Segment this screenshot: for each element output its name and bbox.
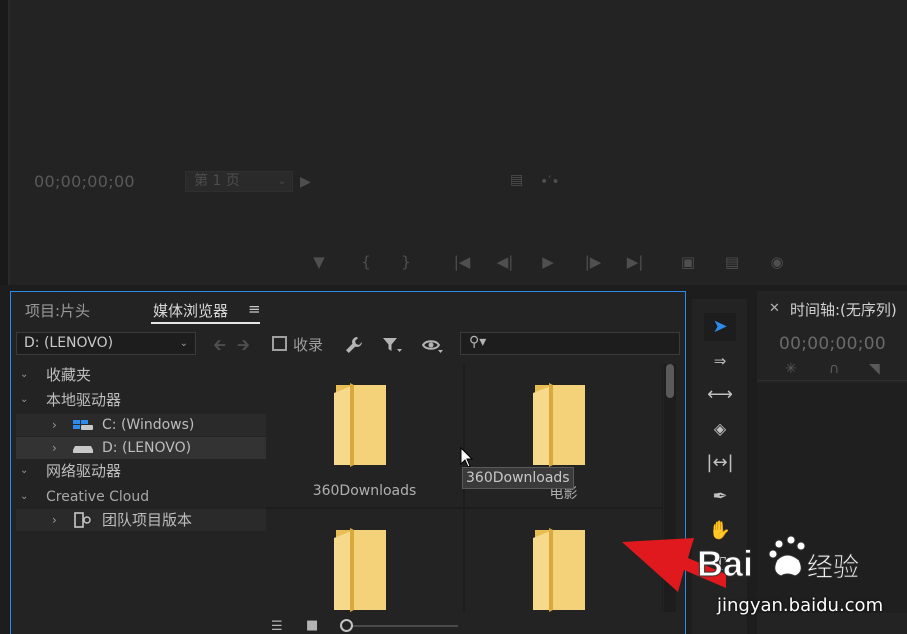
zoom-slider-handle[interactable]: [340, 619, 353, 632]
tree-item-label: 团队项目版本: [102, 511, 193, 529]
tree-item-label: D: (LENOVO): [102, 440, 192, 456]
forward-arrow-icon[interactable]: 🡲: [237, 334, 250, 361]
go-to-out-icon[interactable]: ▶|: [624, 252, 646, 272]
list-view-icon[interactable]: ☰: [271, 619, 283, 634]
mouse-cursor-icon: [460, 447, 474, 468]
program-monitor: 00;00;00;00 第 1 页 ⌄ ▶ ▤ •′• ▼ { } |◀ ◀| …: [0, 0, 907, 285]
tree-item-label: C: (Windows): [102, 417, 195, 433]
watermark-url: jingyan.baidu.com: [717, 595, 884, 616]
chevron-right-icon[interactable]: ›: [52, 437, 57, 459]
wrench-icon[interactable]: [345, 336, 363, 354]
eye-icon[interactable]: [422, 337, 444, 355]
folder-icon: [533, 383, 585, 467]
active-tab-indicator: [151, 322, 260, 324]
search-icon: ⚲▾: [469, 334, 487, 350]
team-project-icon: [74, 512, 91, 528]
tooltip: 360Downloads: [462, 467, 574, 489]
location-tree: ⌄ 收藏夹 ⌄ 本地驱动器 › C: (Windows) › D: (LENOV…: [16, 364, 266, 610]
tree-item-label: Creative Cloud: [46, 489, 150, 505]
svg-text:Bai: Bai: [697, 543, 753, 584]
icon-view-icon[interactable]: ■: [306, 618, 318, 633]
tree-item-drive-d[interactable]: › D: (LENOVO): [16, 437, 266, 459]
lift-icon[interactable]: ▣: [677, 252, 699, 272]
logo-text: 经验: [807, 553, 859, 583]
mark-in-icon[interactable]: {: [355, 252, 377, 272]
tree-item-drive-c[interactable]: › C: (Windows): [16, 414, 266, 436]
chevron-down-icon: ⌄: [277, 176, 286, 187]
track-select-tool[interactable]: ⇒: [704, 347, 736, 375]
favorites-checkbox[interactable]: [272, 336, 287, 351]
selection-tool[interactable]: ➤: [704, 313, 736, 341]
panel-menu-icon[interactable]: ≡: [248, 300, 261, 318]
timeline-ruler: [757, 380, 907, 381]
linked-selection-icon[interactable]: ◥: [869, 361, 880, 377]
snap-icon[interactable]: ✳: [785, 361, 797, 377]
close-icon[interactable]: ✕: [769, 301, 780, 316]
magnet-icon[interactable]: ∩: [829, 361, 839, 377]
page-select[interactable]: 第 1 页 ⌄: [185, 171, 293, 192]
razor-tool[interactable]: ◈: [704, 415, 736, 443]
play-small-icon[interactable]: ▶: [300, 174, 311, 190]
extract-icon[interactable]: ▤: [721, 252, 743, 272]
chevron-right-icon[interactable]: ›: [52, 509, 57, 531]
tree-item-local-drives[interactable]: ⌄ 本地驱动器: [16, 389, 266, 411]
chevron-down-icon[interactable]: ⌄: [20, 460, 28, 482]
scrollbar-thumb[interactable]: [666, 364, 674, 398]
tree-item-favorites[interactable]: ⌄ 收藏夹: [16, 364, 266, 386]
windows-drive-icon: [73, 420, 93, 430]
drive-select[interactable]: D: (LENOVO) ⌄: [16, 332, 196, 355]
folder-icon: [334, 528, 386, 612]
hard-drive-icon: [73, 446, 93, 453]
slip-tool[interactable]: |↔|: [704, 449, 736, 477]
step-back-icon[interactable]: ◀|: [494, 252, 516, 272]
tab-media-browser[interactable]: 媒体浏览器: [153, 300, 228, 321]
pen-tool[interactable]: ✒: [704, 483, 736, 511]
drive-select-value: D: (LENOVO): [24, 335, 114, 351]
tree-item-creative-cloud[interactable]: ⌄ Creative Cloud: [16, 486, 266, 508]
folder-name: 360Downloads: [312, 483, 417, 499]
play-button[interactable]: ▶: [537, 252, 559, 272]
tree-item-label: 收藏夹: [46, 366, 92, 384]
chevron-down-icon[interactable]: ⌄: [20, 389, 28, 411]
export-frame-icon[interactable]: ◉: [766, 252, 788, 272]
folder-item[interactable]: 360Downloads: [266, 364, 463, 507]
tree-item-label: 网络驱动器: [46, 462, 122, 480]
chevron-down-icon[interactable]: ⌄: [20, 364, 28, 386]
page-select-value: 第 1 页: [194, 173, 240, 189]
timeline-timecode[interactable]: 00;00;00;00: [779, 334, 886, 354]
back-arrow-icon[interactable]: 🡰: [213, 334, 226, 361]
chevron-down-icon[interactable]: ⌄: [20, 486, 28, 508]
timeline-title[interactable]: 时间轴:(无序列): [790, 299, 897, 320]
zoom-slider-track[interactable]: [345, 625, 458, 627]
search-input[interactable]: ⚲▾: [460, 332, 680, 355]
go-to-in-icon[interactable]: |◀: [451, 252, 473, 272]
folder-icon: [334, 383, 386, 467]
tree-item-network-drives[interactable]: ⌄ 网络驱动器: [16, 460, 266, 482]
tree-item-team-versions[interactable]: › 团队项目版本: [16, 509, 266, 531]
folder-item[interactable]: [266, 509, 463, 612]
chevron-right-icon[interactable]: ›: [52, 414, 57, 436]
ripple-edit-tool[interactable]: ⟷: [704, 381, 736, 409]
mark-out-icon[interactable]: }: [395, 252, 417, 272]
chevron-down-icon: ⌄: [179, 338, 188, 349]
add-marker-icon[interactable]: ▼: [308, 252, 330, 272]
favorites-label: 收录: [293, 336, 324, 354]
monitor-timecode[interactable]: 00;00;00;00: [34, 172, 135, 191]
left-edge-divider: [8, 0, 10, 285]
media-browser-panel: 项目:片头 媒体浏览器 ≡ D: (LENOVO) ⌄ 🡰 🡲 收录 ⚲▾ ⌄ …: [10, 291, 686, 634]
filter-icon[interactable]: [382, 336, 402, 354]
left-edge: [0, 0, 8, 285]
audio-waveform-icon[interactable]: •′•: [540, 174, 560, 190]
tree-item-label: 本地驱动器: [46, 391, 122, 409]
step-forward-icon[interactable]: |▶: [582, 252, 604, 272]
baidu-jingyan-logo: Bai 经验: [697, 535, 859, 585]
folder-icon: [533, 528, 585, 612]
save-frame-icon[interactable]: ▤: [510, 172, 523, 188]
tab-project[interactable]: 项目:片头: [25, 300, 90, 321]
